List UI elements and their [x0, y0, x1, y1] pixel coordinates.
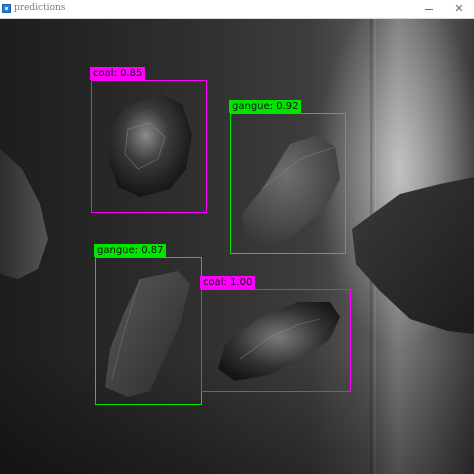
minimize-icon [425, 8, 433, 10]
prediction-window: predictions ✕ coal: 0.85 gangue: 0.92 ga… [0, 0, 474, 474]
window-title: predictions [14, 3, 66, 13]
app-icon [2, 4, 11, 13]
detection-box-gangue-2[interactable] [95, 257, 202, 405]
close-button[interactable]: ✕ [444, 0, 474, 18]
title-bar[interactable]: predictions ✕ [0, 0, 474, 19]
detection-label-coal-1: coal: 0.85 [90, 67, 146, 80]
detection-label-gangue-1: gangue: 0.92 [229, 100, 302, 113]
detection-box-coal-2[interactable] [201, 289, 351, 392]
close-icon: ✕ [454, 2, 464, 15]
detection-label-coal-2: coal: 1.00 [200, 276, 256, 289]
detection-box-gangue-1[interactable] [230, 113, 346, 254]
detection-label-gangue-2: gangue: 0.87 [94, 244, 167, 257]
rock-left-partial [0, 149, 48, 279]
detection-box-coal-1[interactable] [91, 80, 207, 213]
prediction-image: coal: 0.85 gangue: 0.92 gangue: 0.87 coa… [0, 19, 474, 474]
rock-right-partial [352, 177, 474, 334]
minimize-button[interactable] [414, 0, 444, 18]
